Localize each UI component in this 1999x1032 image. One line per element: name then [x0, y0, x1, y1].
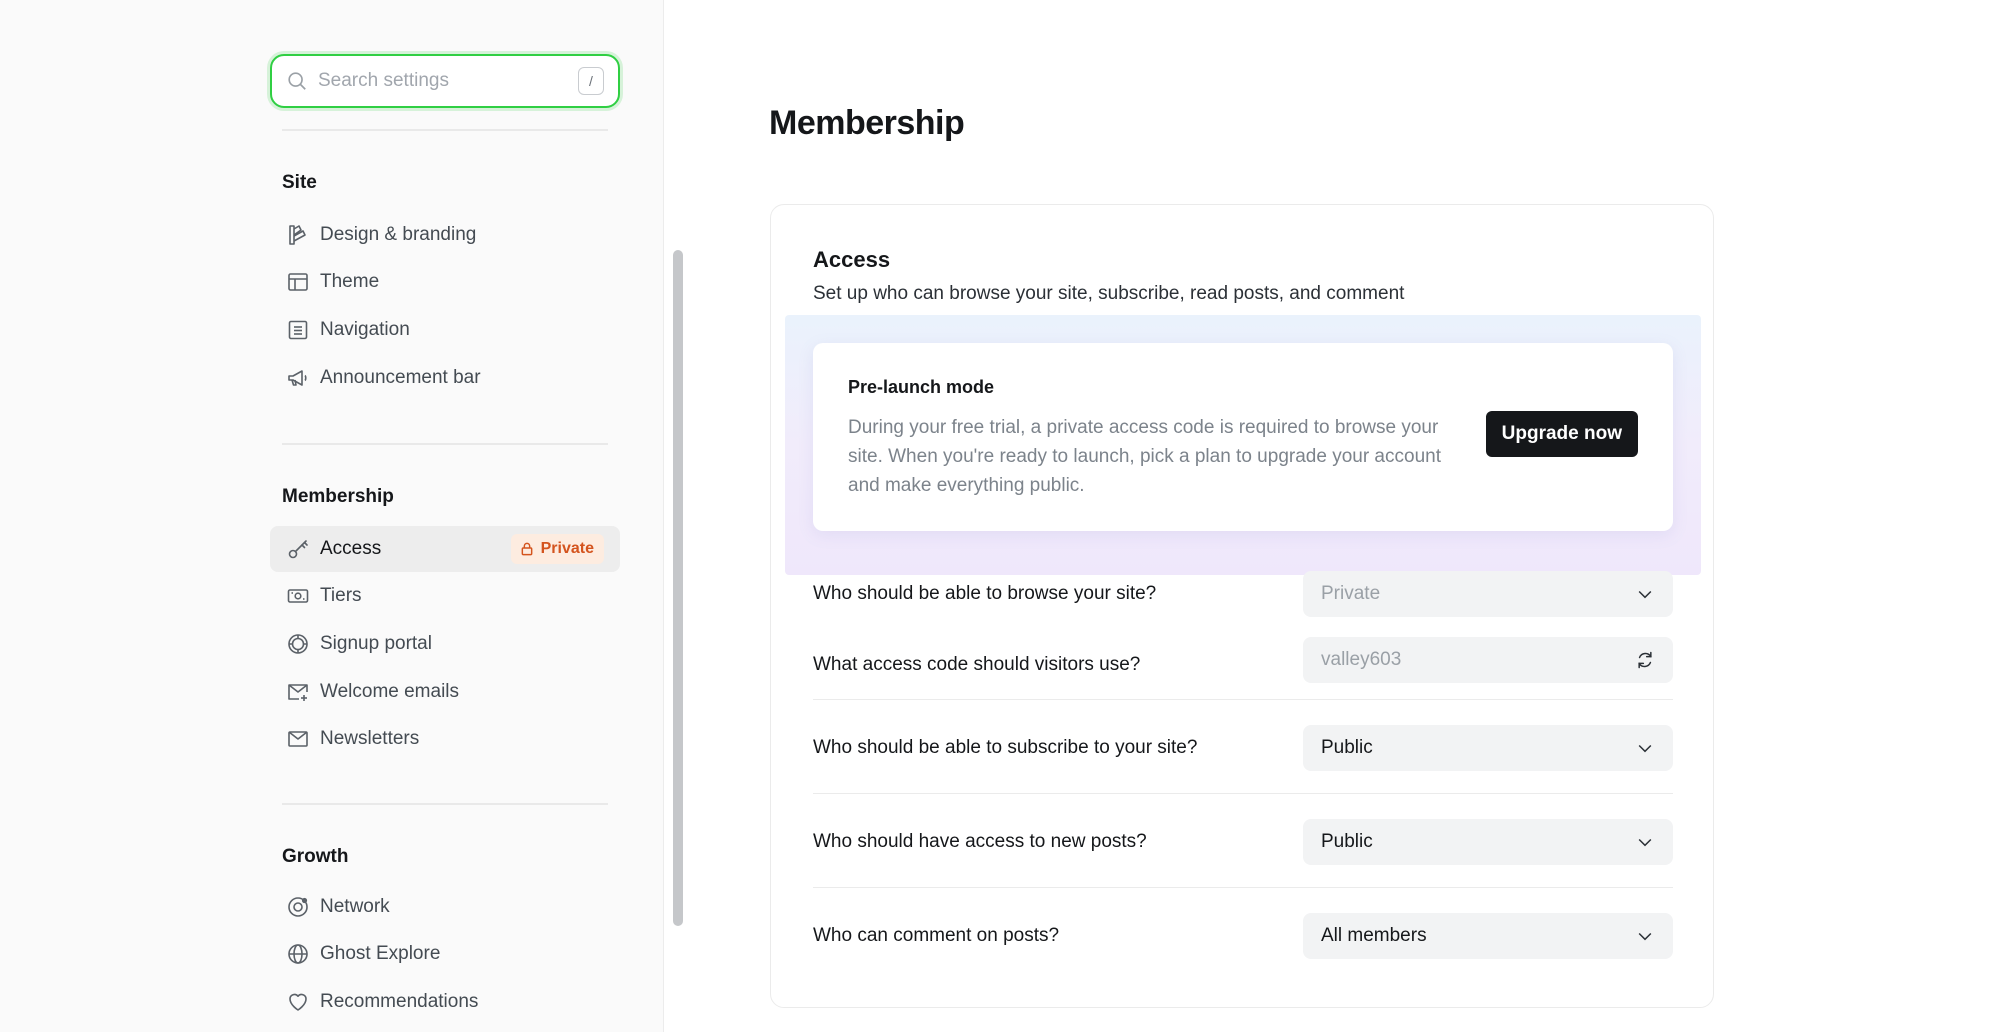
chevron-down-icon [1635, 584, 1655, 604]
prelaunch-text: During your free trial, a private access… [848, 417, 1441, 496]
layout-icon [286, 270, 310, 294]
divider [813, 699, 1673, 700]
setting-row-access-code: What access code should visitors use? va… [813, 637, 1673, 683]
setting-label: Who can comment on posts? [813, 925, 1060, 946]
heart-icon [286, 990, 310, 1014]
prelaunch-title: Pre-launch mode [848, 377, 995, 397]
search-shortcut-key: / [578, 67, 604, 95]
setting-label: What access code should visitors use? [813, 654, 1141, 675]
sidebar-item-announcement-bar[interactable]: Announcement bar [270, 355, 620, 401]
post-access-select[interactable]: Public [1303, 819, 1673, 865]
setting-row-comments: Who can comment on posts? All members [813, 913, 1673, 959]
sidebar-item-navigation[interactable]: Navigation [270, 307, 620, 353]
setting-label: Who should be able to browse your site? [813, 583, 1157, 604]
sidebar-item-label: Tiers [320, 585, 362, 606]
chevron-down-icon [1635, 926, 1655, 946]
section-description: Set up who can browse your site, subscri… [813, 283, 1405, 304]
prelaunch-banner: Pre-launch mode During your free trial, … [813, 343, 1673, 531]
settings-sidebar: / Site Design & branding Theme Navigatio… [0, 0, 664, 1032]
search-input[interactable] [318, 70, 578, 92]
group-title-growth: Growth [282, 846, 349, 867]
paintbrush-icon [286, 223, 310, 247]
globe-icon [286, 942, 310, 966]
sidebar-item-label: Ghost Explore [320, 943, 441, 964]
sidebar-item-welcome-emails[interactable]: Welcome emails [270, 669, 620, 715]
chevron-down-icon [1635, 738, 1655, 758]
sidebar-item-label: Access [320, 538, 382, 559]
setting-row-subscribe: Who should be able to subscribe to your … [813, 725, 1673, 771]
sidebar-item-label: Network [320, 896, 390, 917]
email-icon [286, 727, 310, 751]
comment-access-select[interactable]: All members [1303, 913, 1673, 959]
money-icon [286, 584, 310, 608]
select-value: Public [1321, 737, 1373, 758]
sidebar-item-access[interactable]: Access Private [270, 526, 620, 572]
search-icon [286, 70, 308, 92]
select-value: All members [1321, 925, 1427, 946]
select-value: Private [1321, 583, 1381, 604]
select-value: Public [1321, 831, 1373, 852]
sidebar-item-label: Announcement bar [320, 367, 481, 388]
upgrade-now-button[interactable]: Upgrade now [1485, 411, 1638, 457]
sidebar-item-label: Welcome emails [320, 681, 460, 702]
subscribe-access-select[interactable]: Public [1303, 725, 1673, 771]
setting-row-browse: Who should be able to browse your site? … [813, 571, 1673, 617]
sidebar-scrollbar-thumb[interactable] [673, 250, 683, 926]
sidebar-item-ghost-explore[interactable]: Ghost Explore [270, 931, 620, 977]
sidebar-item-signup-portal[interactable]: Signup portal [270, 621, 620, 667]
network-icon [286, 895, 310, 919]
sidebar-item-design-branding[interactable]: Design & branding [270, 212, 620, 258]
setting-row-posts: Who should have access to new posts? Pub… [813, 819, 1673, 865]
divider [813, 793, 1673, 794]
chevron-down-icon [1635, 832, 1655, 852]
sidebar-item-label: Signup portal [320, 633, 432, 654]
page-title: Membership [769, 104, 965, 142]
divider [282, 803, 608, 805]
sidebar-item-label: Newsletters [320, 728, 420, 749]
setting-label: Who should be able to subscribe to your … [813, 737, 1198, 758]
refresh-icon[interactable] [1635, 650, 1655, 670]
divider [813, 887, 1673, 888]
status-badge: Private [510, 534, 604, 564]
access-card: Access Set up who can browse your site, … [770, 204, 1714, 1008]
browse-access-select[interactable]: Private [1303, 571, 1673, 617]
sidebar-item-label: Design & branding [320, 224, 477, 245]
sidebar-item-newsletters[interactable]: Newsletters [270, 716, 620, 762]
access-code-field[interactable]: valley603 [1303, 637, 1673, 683]
setting-label: Who should have access to new posts? [813, 831, 1147, 852]
search-box[interactable]: / [270, 54, 620, 108]
group-title-membership: Membership [282, 486, 394, 507]
portal-icon [286, 632, 310, 656]
status-badge-label: Private [540, 540, 594, 557]
sidebar-item-label: Theme [320, 271, 380, 292]
megaphone-icon [286, 366, 310, 390]
sidebar-item-label: Recommendations [320, 991, 479, 1012]
access-code-value: valley603 [1321, 649, 1402, 670]
sidebar-item-label: Navigation [320, 319, 410, 340]
sidebar-item-theme[interactable]: Theme [270, 259, 620, 305]
email-plus-icon [286, 680, 310, 704]
sidebar-item-network[interactable]: Network [270, 884, 620, 930]
key-icon [286, 537, 310, 561]
lock-icon [519, 541, 535, 557]
sidebar-item-recommendations[interactable]: Recommendations [270, 979, 620, 1025]
list-icon [286, 318, 310, 342]
divider [282, 443, 608, 445]
section-title: Access [813, 247, 891, 272]
group-title-site: Site [282, 172, 317, 193]
divider [282, 129, 608, 131]
sidebar-item-tiers[interactable]: Tiers [270, 573, 620, 619]
